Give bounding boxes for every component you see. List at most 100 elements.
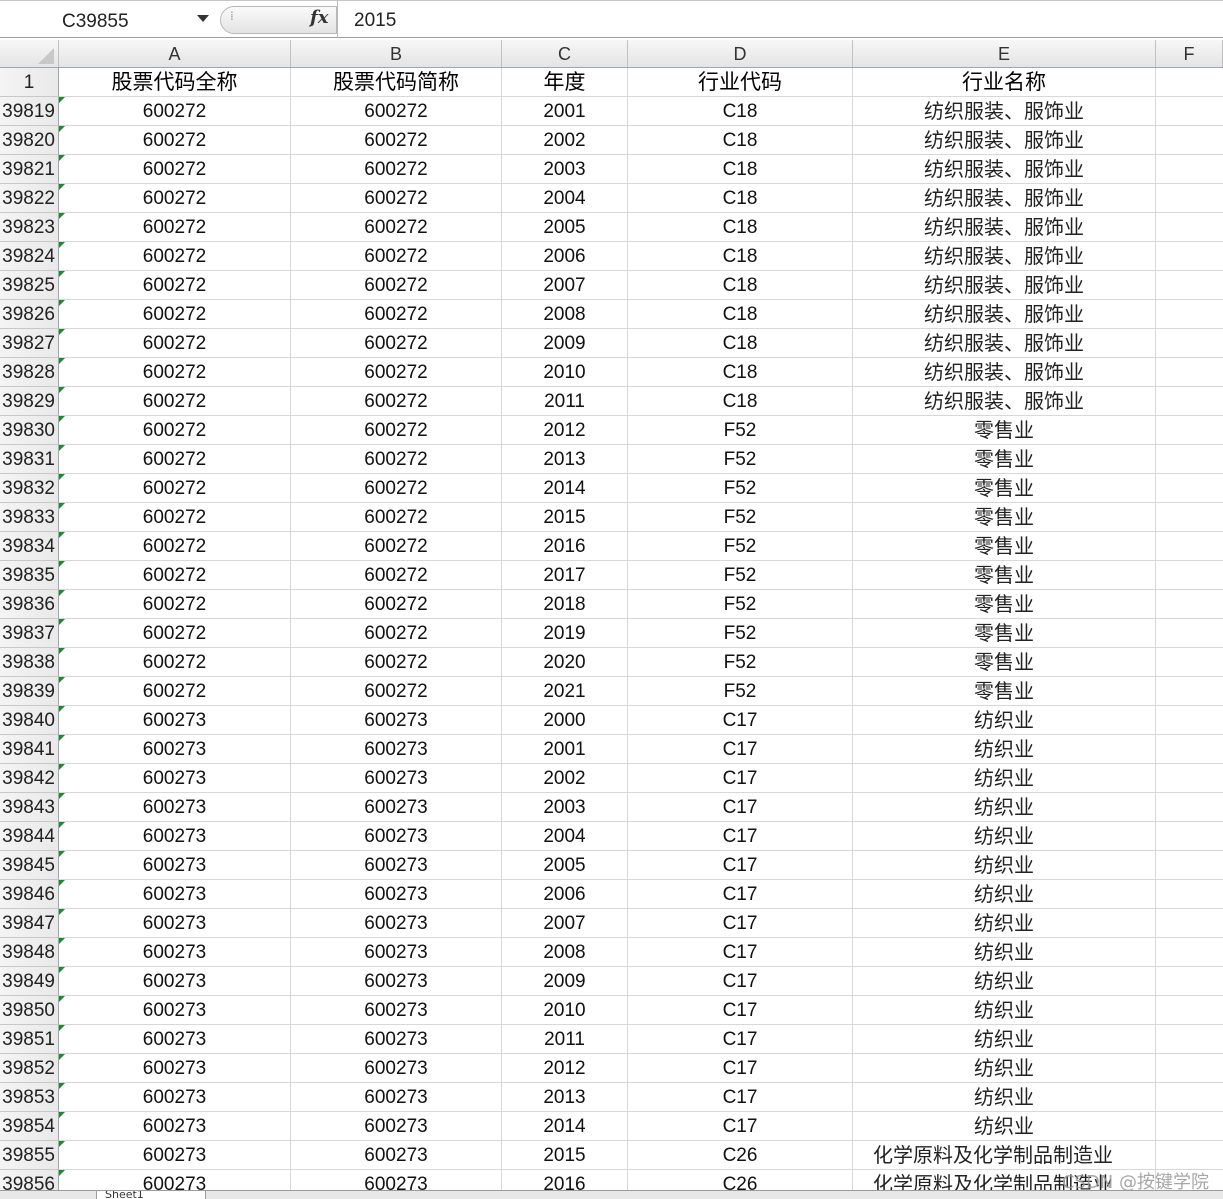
cell-d[interactable]: C18 xyxy=(628,300,853,329)
cell-c[interactable]: 2017 xyxy=(502,561,628,590)
cell-c[interactable]: 2002 xyxy=(502,764,628,793)
cell-d[interactable]: C17 xyxy=(628,996,853,1025)
cell-d[interactable]: F52 xyxy=(628,445,853,474)
cell-a[interactable]: 600272 xyxy=(59,184,291,213)
row-number[interactable]: 39832 xyxy=(0,474,59,503)
cell-d[interactable]: C17 xyxy=(628,822,853,851)
cell-a[interactable]: 600273 xyxy=(59,1141,291,1170)
row-number[interactable]: 39825 xyxy=(0,271,59,300)
cell-e[interactable]: 纺织业 xyxy=(853,706,1156,735)
cell-d[interactable]: F52 xyxy=(628,677,853,706)
cell-d[interactable]: F52 xyxy=(628,619,853,648)
row-number[interactable]: 39855 xyxy=(0,1141,59,1170)
formula-input[interactable]: 2015 xyxy=(337,1,1223,38)
row-number[interactable]: 39842 xyxy=(0,764,59,793)
cell-c[interactable]: 2011 xyxy=(502,387,628,416)
cell-b[interactable]: 600272 xyxy=(291,300,502,329)
cell-a[interactable]: 600272 xyxy=(59,242,291,271)
row-number[interactable]: 39853 xyxy=(0,1083,59,1112)
cell-c[interactable]: 年度 xyxy=(502,68,628,97)
cell-b[interactable]: 600272 xyxy=(291,445,502,474)
cell-c[interactable]: 2000 xyxy=(502,706,628,735)
row-number[interactable]: 39833 xyxy=(0,503,59,532)
cell-a[interactable]: 600272 xyxy=(59,590,291,619)
row-number[interactable]: 39856 xyxy=(0,1170,59,1190)
cell-e[interactable]: 纺织服装、服饰业 xyxy=(853,329,1156,358)
cell-e[interactable]: 纺织服装、服饰业 xyxy=(853,97,1156,126)
cell-e[interactable]: 零售业 xyxy=(853,474,1156,503)
cell-f[interactable] xyxy=(1156,503,1223,532)
cell-a[interactable]: 600272 xyxy=(59,619,291,648)
cell-c[interactable]: 2020 xyxy=(502,648,628,677)
sheet-grid[interactable]: ABCDEF 1 股票代码全称 股票代码简称 年度 行业代码 行业名称 39819 60027… xyxy=(0,40,1223,1190)
cell-d[interactable]: C18 xyxy=(628,126,853,155)
row-number[interactable]: 39850 xyxy=(0,996,59,1025)
row-number[interactable]: 39839 xyxy=(0,677,59,706)
cell-e[interactable]: 纺织业 xyxy=(853,851,1156,880)
cell-f[interactable] xyxy=(1156,300,1223,329)
cell-e[interactable]: 纺织业 xyxy=(853,1054,1156,1083)
cell-d[interactable]: C17 xyxy=(628,967,853,996)
row-number[interactable]: 39822 xyxy=(0,184,59,213)
cell-f[interactable] xyxy=(1156,387,1223,416)
cell-d[interactable]: F52 xyxy=(628,532,853,561)
cell-a[interactable]: 600272 xyxy=(59,532,291,561)
row-number[interactable]: 1 xyxy=(0,68,59,97)
cell-e[interactable]: 纺织业 xyxy=(853,1083,1156,1112)
cell-b[interactable]: 股票代码简称 xyxy=(291,68,502,97)
row-number[interactable]: 39836 xyxy=(0,590,59,619)
cell-a[interactable]: 600272 xyxy=(59,561,291,590)
cell-b[interactable]: 600273 xyxy=(291,764,502,793)
cell-b[interactable]: 600272 xyxy=(291,503,502,532)
cell-a[interactable]: 600272 xyxy=(59,416,291,445)
cell-a[interactable]: 600272 xyxy=(59,271,291,300)
cell-a[interactable]: 600273 xyxy=(59,996,291,1025)
cell-f[interactable] xyxy=(1156,793,1223,822)
cell-b[interactable]: 600272 xyxy=(291,271,502,300)
cell-a[interactable]: 600272 xyxy=(59,126,291,155)
cell-d[interactable]: C17 xyxy=(628,1083,853,1112)
cell-d[interactable]: C17 xyxy=(628,735,853,764)
cell-f[interactable] xyxy=(1156,851,1223,880)
cell-b[interactable]: 600272 xyxy=(291,213,502,242)
cell-f[interactable] xyxy=(1156,184,1223,213)
row-number[interactable]: 39834 xyxy=(0,532,59,561)
cell-e[interactable]: 纺织业 xyxy=(853,909,1156,938)
row-number[interactable]: 39826 xyxy=(0,300,59,329)
cell-f[interactable] xyxy=(1156,68,1223,97)
cell-f[interactable] xyxy=(1156,532,1223,561)
cell-f[interactable] xyxy=(1156,764,1223,793)
column-header-d[interactable]: D xyxy=(628,40,853,67)
cell-c[interactable]: 2008 xyxy=(502,938,628,967)
cell-d[interactable]: C17 xyxy=(628,706,853,735)
cell-d[interactable]: C18 xyxy=(628,358,853,387)
cell-b[interactable]: 600273 xyxy=(291,1083,502,1112)
cell-b[interactable]: 600272 xyxy=(291,677,502,706)
cell-f[interactable] xyxy=(1156,358,1223,387)
cell-b[interactable]: 600272 xyxy=(291,387,502,416)
cell-e[interactable]: 零售业 xyxy=(853,445,1156,474)
cell-a[interactable]: 600272 xyxy=(59,300,291,329)
cell-e[interactable]: 零售业 xyxy=(853,532,1156,561)
cell-b[interactable]: 600272 xyxy=(291,590,502,619)
row-number[interactable]: 39854 xyxy=(0,1112,59,1141)
cell-c[interactable]: 2015 xyxy=(502,1141,628,1170)
cell-c[interactable]: 2004 xyxy=(502,822,628,851)
cell-a[interactable]: 600272 xyxy=(59,97,291,126)
cell-f[interactable] xyxy=(1156,1054,1223,1083)
cell-a[interactable]: 600272 xyxy=(59,329,291,358)
cell-d[interactable]: C18 xyxy=(628,184,853,213)
row-number[interactable]: 39844 xyxy=(0,822,59,851)
cell-c[interactable]: 2007 xyxy=(502,271,628,300)
cell-d[interactable]: C26 xyxy=(628,1170,853,1190)
column-header-b[interactable]: B xyxy=(291,40,502,67)
row-number[interactable]: 39829 xyxy=(0,387,59,416)
cell-f[interactable] xyxy=(1156,938,1223,967)
cell-c[interactable]: 2005 xyxy=(502,851,628,880)
cell-b[interactable]: 600273 xyxy=(291,880,502,909)
cell-d[interactable]: C17 xyxy=(628,851,853,880)
cell-b[interactable]: 600272 xyxy=(291,184,502,213)
cell-d[interactable]: C18 xyxy=(628,387,853,416)
cell-e[interactable]: 纺织业 xyxy=(853,967,1156,996)
cell-e[interactable]: 纺织服装、服饰业 xyxy=(853,126,1156,155)
